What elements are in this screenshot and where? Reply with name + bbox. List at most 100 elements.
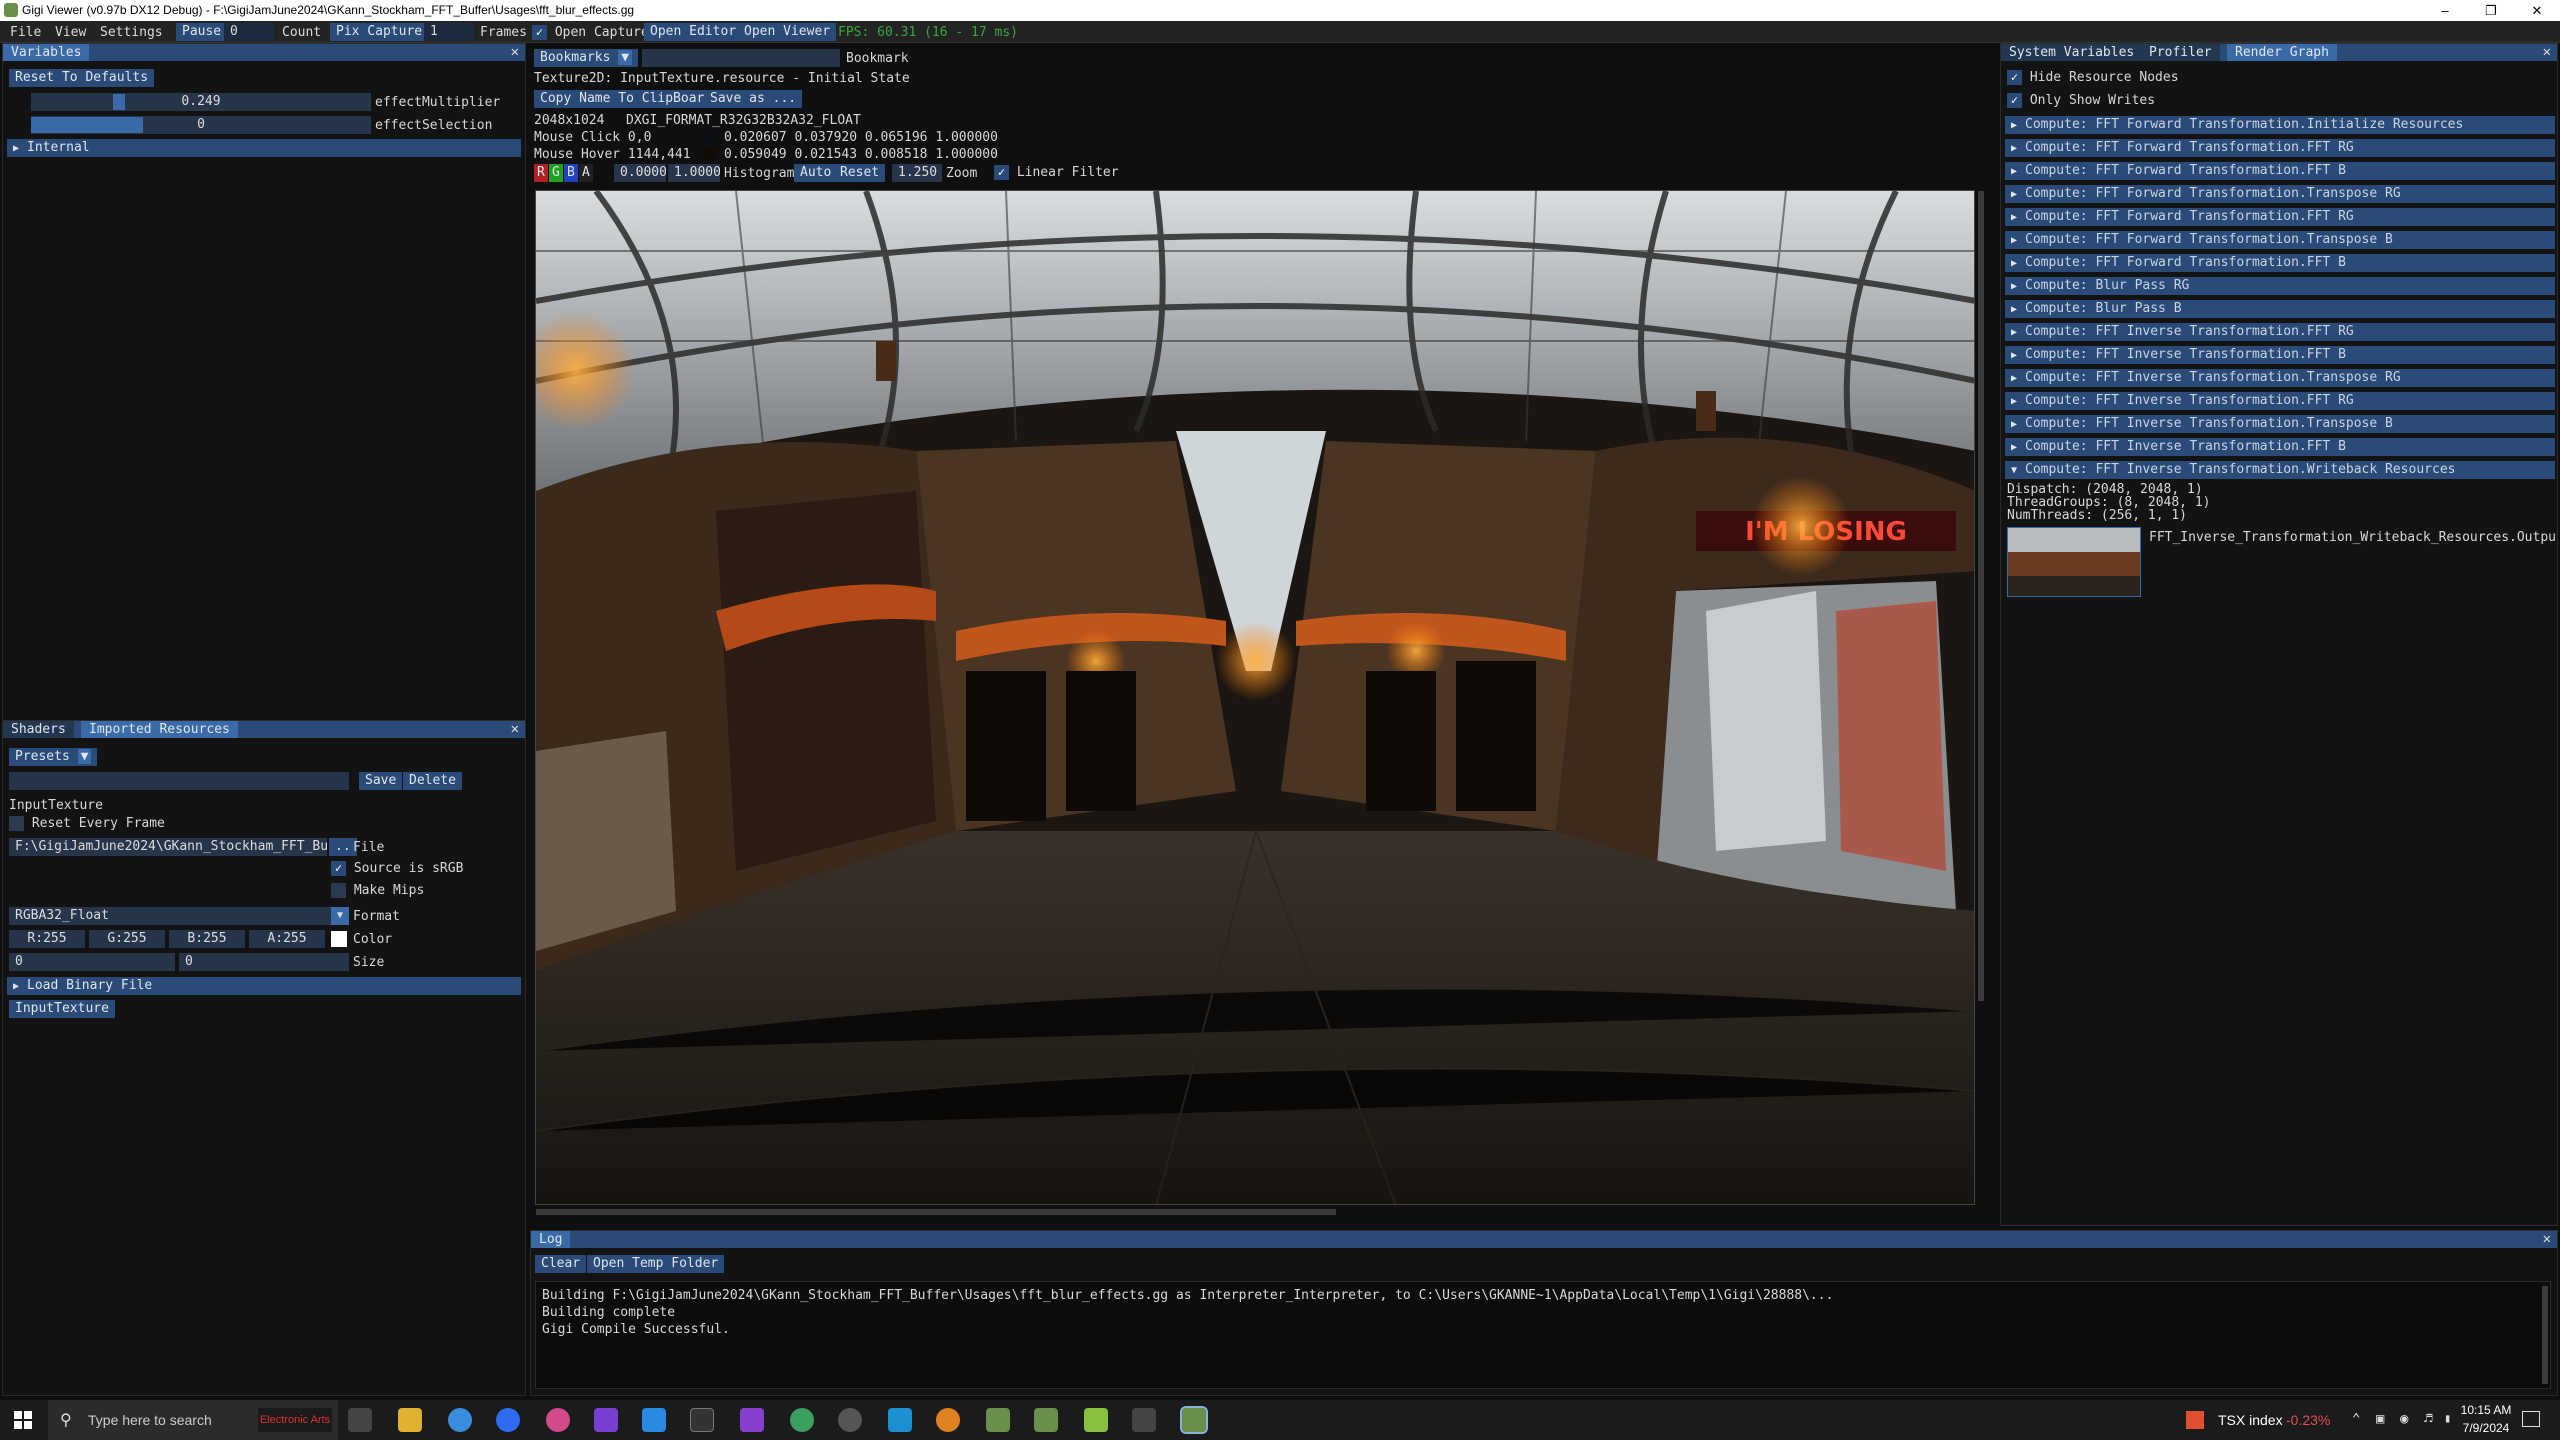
clock-time[interactable]: 10:15 AM bbox=[2456, 1403, 2516, 1417]
gigi-icon[interactable] bbox=[1034, 1408, 1058, 1432]
save-as-button[interactable]: Save as ... bbox=[704, 90, 803, 108]
preset-name-input[interactable] bbox=[9, 772, 349, 790]
format-select[interactable]: RGBA32_Float ▼ bbox=[9, 907, 349, 925]
reset-every-frame-toggle[interactable]: ✓ Reset Every Frame bbox=[9, 816, 165, 831]
input-texture-button[interactable]: InputTexture bbox=[9, 1000, 115, 1018]
frame-count-field[interactable]: 0 bbox=[224, 23, 274, 41]
vertical-scrollbar[interactable] bbox=[1978, 191, 1984, 1001]
close-icon[interactable]: ✕ bbox=[511, 44, 519, 60]
graph-node[interactable]: ▶ Compute: Blur Pass B bbox=[2005, 300, 2555, 318]
texture-image[interactable]: I'M LOSING bbox=[535, 190, 1975, 1205]
color-a-field[interactable]: A:255 bbox=[249, 930, 325, 948]
notification-icon[interactable] bbox=[2522, 1411, 2540, 1427]
reset-to-defaults-button[interactable]: Reset To Defaults bbox=[9, 69, 155, 87]
tab-render-graph[interactable]: Render Graph bbox=[2227, 44, 2337, 61]
copy-name-button[interactable]: Copy Name To ClipBoard bbox=[534, 90, 719, 108]
pause-button[interactable]: Pause bbox=[176, 23, 228, 41]
app-icon[interactable] bbox=[790, 1408, 814, 1432]
channel-a-toggle[interactable]: A bbox=[579, 164, 593, 182]
bookmarks-dropdown[interactable]: Bookmarks ▼ bbox=[534, 49, 639, 67]
tab-profiler[interactable]: Profiler bbox=[2141, 44, 2220, 61]
zoom-icon[interactable] bbox=[496, 1408, 520, 1432]
graph-node[interactable]: ▶ Compute: FFT Forward Transformation.Ini… bbox=[2005, 116, 2555, 134]
app-icon[interactable] bbox=[1084, 1408, 1108, 1432]
internal-tree-node[interactable]: ▶ Internal bbox=[7, 139, 521, 157]
tab-shaders[interactable]: Shaders bbox=[3, 721, 74, 738]
histogram-min-field[interactable]: 0.0000 bbox=[614, 164, 666, 182]
graph-node[interactable]: ▶ Compute: FFT Inverse Transformation.Tra… bbox=[2005, 369, 2555, 387]
color-b-field[interactable]: B:255 bbox=[169, 930, 245, 948]
output-thumbnail[interactable] bbox=[2007, 527, 2141, 597]
app-icon[interactable] bbox=[1132, 1408, 1156, 1432]
load-binary-file-node[interactable]: ▶ Load Binary File bbox=[7, 977, 521, 995]
size-y-field[interactable]: 0 bbox=[179, 953, 349, 971]
linear-filter-toggle[interactable]: ✓ Linear Filter bbox=[994, 165, 1119, 180]
network-icon[interactable]: ▣ bbox=[2376, 1411, 2384, 1427]
file-path-input[interactable]: F:\GigiJamJune2024\GKann_Stockham_FFT_Bu… bbox=[9, 838, 327, 856]
open-viewer-button[interactable]: Open Viewer bbox=[738, 23, 837, 41]
app-icon[interactable] bbox=[936, 1408, 960, 1432]
open-temp-folder-button[interactable]: Open Temp Folder bbox=[587, 1255, 725, 1273]
open-capture-toggle[interactable]: ✓ Open Capture bbox=[532, 25, 649, 40]
bookmark-input[interactable] bbox=[642, 49, 840, 67]
color-g-field[interactable]: G:255 bbox=[89, 930, 165, 948]
graph-node[interactable]: ▶ Compute: FFT Forward Transformation.FFT… bbox=[2005, 139, 2555, 157]
graph-node[interactable]: ▶ Compute: FFT Inverse Transformation.FFT… bbox=[2005, 323, 2555, 341]
speaker-icon[interactable]: ♬ bbox=[2424, 1411, 2432, 1427]
size-x-field[interactable]: 0 bbox=[9, 953, 175, 971]
tab-imported-resources[interactable]: Imported Resources bbox=[81, 721, 238, 738]
clear-log-button[interactable]: Clear bbox=[535, 1255, 587, 1273]
graph-node-expanded[interactable]: ▼ Compute: FFT Inverse Transformation.Wri… bbox=[2005, 461, 2555, 479]
slider-handle[interactable] bbox=[113, 94, 125, 110]
color-swatch[interactable] bbox=[331, 931, 347, 947]
windows-start-icon[interactable] bbox=[14, 1411, 32, 1429]
menu-view[interactable]: View bbox=[55, 25, 86, 40]
graph-node[interactable]: ▶ Compute: FFT Forward Transformation.Tra… bbox=[2005, 185, 2555, 203]
color-r-field[interactable]: R:255 bbox=[9, 930, 85, 948]
minimize-icon[interactable]: – bbox=[2422, 0, 2468, 21]
restore-icon[interactable]: ❐ bbox=[2468, 0, 2514, 21]
visual-studio-icon[interactable] bbox=[594, 1408, 618, 1432]
tab-variables[interactable]: Variables bbox=[3, 44, 90, 61]
make-mips-toggle[interactable]: ✓ Make Mips bbox=[331, 883, 424, 898]
chrome-icon[interactable] bbox=[448, 1408, 472, 1432]
battery-icon[interactable]: ▮ bbox=[2444, 1411, 2451, 1425]
graph-node[interactable]: ▶ Compute: FFT Forward Transformation.FFT… bbox=[2005, 162, 2555, 180]
task-view-icon[interactable] bbox=[348, 1408, 372, 1432]
reset-button[interactable]: Reset bbox=[834, 164, 886, 182]
channel-r-toggle[interactable]: R bbox=[534, 164, 548, 182]
delete-button[interactable]: Delete bbox=[403, 772, 462, 790]
app-icon[interactable] bbox=[888, 1408, 912, 1432]
close-icon[interactable]: ✕ bbox=[2543, 44, 2551, 60]
gigi-viewer-icon[interactable] bbox=[1180, 1406, 1208, 1434]
channel-g-toggle[interactable]: G bbox=[549, 164, 563, 182]
graph-node[interactable]: ▶ Compute: FFT Forward Transformation.Tra… bbox=[2005, 231, 2555, 249]
ea-badge[interactable]: Electronic Arts bbox=[258, 1408, 332, 1432]
graph-node[interactable]: ▶ Compute: FFT Forward Transformation.FFT… bbox=[2005, 254, 2555, 272]
effect-selection-slider[interactable]: 0 bbox=[31, 116, 371, 134]
app-icon[interactable] bbox=[838, 1408, 862, 1432]
presets-dropdown[interactable]: Presets ▼ bbox=[9, 748, 98, 766]
file-explorer-icon[interactable] bbox=[398, 1408, 422, 1432]
vscode-icon[interactable] bbox=[642, 1408, 666, 1432]
effect-multiplier-slider[interactable]: 0.249 bbox=[31, 93, 371, 111]
slack-icon[interactable] bbox=[546, 1408, 570, 1432]
terminal-icon[interactable] bbox=[690, 1408, 714, 1432]
graph-node[interactable]: ▶ Compute: FFT Inverse Transformation.FFT… bbox=[2005, 438, 2555, 456]
chevron-up-icon[interactable]: ⌃ bbox=[2352, 1411, 2360, 1427]
hide-resource-nodes-toggle[interactable]: ✓ Hide Resource Nodes bbox=[2007, 70, 2179, 85]
source-srgb-toggle[interactable]: ✓ Source is sRGB bbox=[331, 861, 463, 876]
zoom-field[interactable]: 1.250 bbox=[892, 164, 942, 182]
wifi-icon[interactable]: ◉ bbox=[2400, 1411, 2408, 1427]
save-button[interactable]: Save bbox=[359, 772, 403, 790]
clock-date[interactable]: 7/9/2024 bbox=[2456, 1421, 2516, 1435]
tab-log[interactable]: Log bbox=[531, 1231, 571, 1248]
open-editor-button[interactable]: Open Editor bbox=[644, 23, 743, 41]
histogram-max-field[interactable]: 1.0000 bbox=[668, 164, 720, 182]
graph-node[interactable]: ▶ Compute: FFT Inverse Transformation.FFT… bbox=[2005, 392, 2555, 410]
tab-system-variables[interactable]: System Variables bbox=[2001, 44, 2143, 61]
graph-node[interactable]: ▶ Compute: FFT Inverse Transformation.Tra… bbox=[2005, 415, 2555, 433]
only-show-writes-toggle[interactable]: ✓ Only Show Writes bbox=[2007, 93, 2155, 108]
auto-button[interactable]: Auto bbox=[794, 164, 838, 182]
close-icon[interactable]: ✕ bbox=[2514, 0, 2560, 21]
